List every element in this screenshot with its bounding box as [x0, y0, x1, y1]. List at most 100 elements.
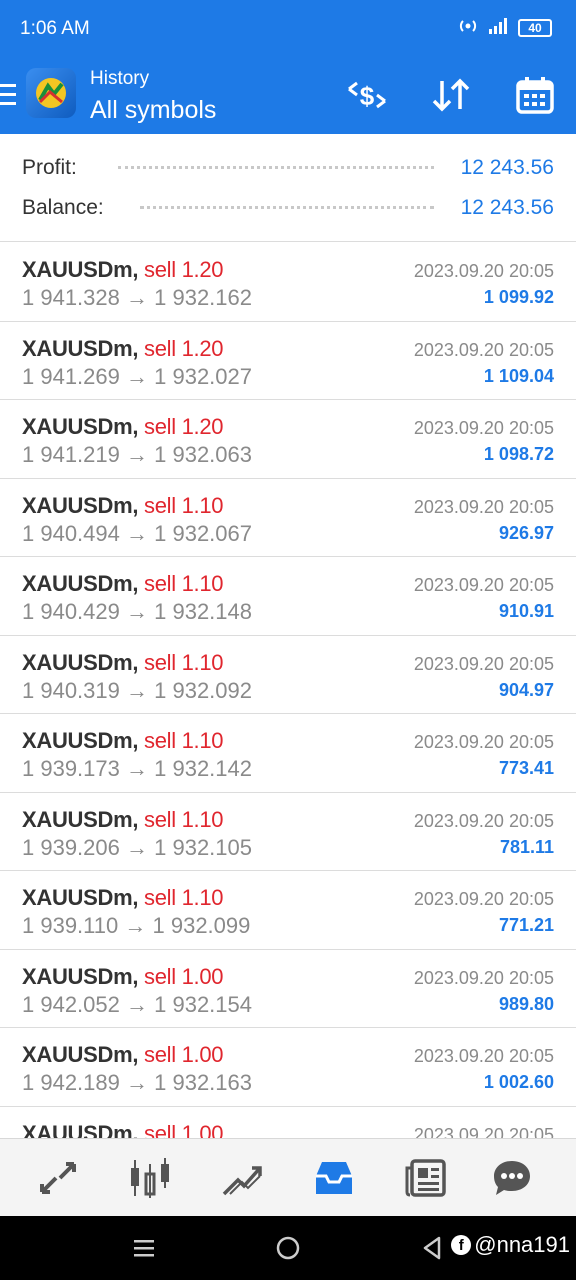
deal-profit: 773.41 — [498, 758, 554, 778]
deal-prices: 1 940.319 → 1 932.092 — [22, 677, 252, 703]
deal-row[interactable]: XAUUSDm, sell 1.20 1 941.269 → 1 932.027… — [0, 322, 576, 400]
status-icons: 40 — [456, 18, 552, 38]
deal-symbol: XAUUSDm, sell 1.20 — [22, 414, 224, 439]
signal-icon — [488, 18, 510, 38]
deals-list[interactable]: XAUUSDm, sell 1.20 1 941.328 → 1 932.162… — [0, 243, 576, 1138]
deal-symbol: XAUUSDm, sell 1.10 — [22, 806, 224, 832]
deal-prices: 1 939.173 → 1 932.142 — [22, 756, 252, 781]
deal-row[interactable]: XAUUSDm, sell 1.10 1 940.429 → 1 932.148… — [0, 557, 576, 636]
quotes-icon[interactable] — [28, 1153, 88, 1203]
deal-symbol: XAUUSDm, sell 1.00 — [22, 1042, 224, 1067]
symbol-filter[interactable]: All symbols — [90, 96, 216, 125]
deal-prices: 1 941.269 → 1 932.027 — [22, 363, 252, 389]
deal-side: sell 1.00 — [144, 1120, 224, 1139]
recents-icon[interactable] — [126, 1232, 162, 1264]
home-icon[interactable] — [270, 1232, 306, 1264]
trade-icon[interactable] — [212, 1153, 272, 1203]
deal-row[interactable]: XAUUSDm, sell 1.10 1 940.494 → 1 932.067… — [0, 479, 576, 557]
metatrader-logo-icon — [26, 68, 76, 118]
facebook-icon: f — [451, 1235, 472, 1255]
deal-side: sell 1.00 — [144, 963, 224, 989]
deal-side: sell 1.10 — [144, 728, 224, 753]
deal-profit: 1 002.60 — [483, 1072, 554, 1092]
deal-time: 2023.09.20 20:05 — [413, 1046, 554, 1066]
deal-row[interactable]: XAUUSDm, sell 1.10 1 939.110 → 1 932.099… — [0, 871, 576, 950]
deal-side: sell 1.10 — [144, 885, 224, 910]
page-title: History — [90, 68, 150, 89]
sort-icon[interactable] — [428, 72, 474, 118]
deal-side: sell 1.10 — [144, 649, 224, 675]
deal-row[interactable]: XAUUSDm, sell 1.00 2023.09.20 20:05 — [0, 1107, 576, 1139]
deal-symbol: XAUUSDm, sell 1.00 — [22, 1120, 224, 1139]
deal-prices: 1 941.219 → 1 932.063 — [22, 442, 252, 467]
deposit-withdraw-icon[interactable]: $ — [344, 72, 390, 118]
deal-row[interactable]: XAUUSDm, sell 1.10 1 939.206 → 1 932.105… — [0, 793, 576, 871]
deal-profit: 1 099.92 — [483, 287, 554, 307]
deal-side: sell 1.20 — [144, 414, 224, 439]
deal-time: 2023.09.20 20:05 — [413, 1124, 554, 1139]
status-time: 1:06 AM — [20, 18, 90, 39]
deal-time: 2023.09.20 20:05 — [413, 653, 554, 674]
deal-symbol: XAUUSDm, sell 1.20 — [22, 335, 224, 361]
deal-symbol: XAUUSDm, sell 1.10 — [22, 885, 224, 910]
profit-value: 12 243.56 — [460, 156, 554, 179]
calendar-icon[interactable] — [512, 72, 558, 118]
profit-label: Profit: — [22, 156, 77, 179]
deal-profit: 904.97 — [498, 679, 554, 700]
divider-dots — [118, 166, 434, 169]
deal-row[interactable]: XAUUSDm, sell 1.00 1 942.052 → 1 932.154… — [0, 950, 576, 1028]
messages-icon[interactable] — [482, 1153, 542, 1203]
menu-icon[interactable] — [0, 84, 16, 106]
profit-row: Profit: 12 243.56 — [22, 150, 554, 186]
deal-symbol: XAUUSDm, sell 1.10 — [22, 728, 224, 753]
deal-row[interactable]: XAUUSDm, sell 1.10 1 939.173 → 1 932.142… — [0, 714, 576, 793]
deal-symbol: XAUUSDm, sell 1.10 — [22, 571, 224, 596]
deal-symbol: XAUUSDm, sell 1.00 — [22, 963, 224, 989]
hotspot-icon — [456, 18, 480, 38]
deal-side: sell 1.10 — [144, 492, 224, 518]
back-icon[interactable] — [414, 1232, 450, 1264]
deal-prices: 1 942.052 → 1 932.154 — [22, 991, 252, 1017]
deal-time: 2023.09.20 20:05 — [413, 261, 554, 281]
deal-time: 2023.09.20 20:05 — [413, 575, 554, 595]
bottom-nav — [0, 1138, 576, 1216]
deal-symbol: XAUUSDm, sell 1.20 — [22, 257, 224, 282]
deal-profit: 781.11 — [499, 836, 554, 857]
deal-profit: 910.91 — [498, 601, 554, 621]
deal-row[interactable]: XAUUSDm, sell 1.00 1 942.189 → 1 932.163… — [0, 1028, 576, 1107]
watermark: f @nna191 — [451, 1232, 570, 1258]
battery-icon: 40 — [518, 19, 552, 37]
deal-side: sell 1.10 — [144, 571, 224, 596]
deal-prices: 1 940.429 → 1 932.148 — [22, 599, 252, 624]
deal-symbol: XAUUSDm, sell 1.10 — [22, 492, 224, 518]
deal-row[interactable]: XAUUSDm, sell 1.10 1 940.319 → 1 932.092… — [0, 636, 576, 714]
deal-symbol: XAUUSDm, sell 1.10 — [22, 649, 224, 675]
history-icon[interactable] — [304, 1153, 364, 1203]
app-header: 1:06 AM 40 History All symbols $ — [0, 0, 576, 134]
deal-time: 2023.09.20 20:05 — [413, 967, 554, 988]
deal-prices: 1 939.206 → 1 932.105 — [22, 834, 252, 860]
deal-row[interactable]: XAUUSDm, sell 1.20 1 941.328 → 1 932.162… — [0, 243, 576, 322]
deal-prices: 1 941.328 → 1 932.162 — [22, 285, 252, 310]
chart-icon[interactable] — [120, 1153, 180, 1203]
deal-profit: 989.80 — [498, 993, 554, 1014]
system-nav-bar: f @nna191 — [0, 1216, 576, 1280]
deal-side: sell 1.00 — [144, 1042, 224, 1067]
svg-text:$: $ — [360, 81, 375, 111]
deal-prices: 1 942.189 → 1 932.163 — [22, 1070, 252, 1095]
balance-row: Balance: 12 243.56 — [22, 190, 554, 226]
deal-prices: 1 939.110 → 1 932.099 — [22, 913, 251, 938]
deal-profit: 771.21 — [498, 915, 554, 935]
divider-dots — [140, 206, 434, 209]
deal-row[interactable]: XAUUSDm, sell 1.20 1 941.219 → 1 932.063… — [0, 400, 576, 479]
deal-side: sell 1.20 — [144, 257, 224, 282]
deal-profit: 926.97 — [498, 522, 554, 543]
deal-prices: 1 940.494 → 1 932.067 — [22, 520, 252, 546]
deal-time: 2023.09.20 20:05 — [413, 810, 554, 831]
watermark-text: @nna191 — [474, 1232, 570, 1257]
app-bar: History All symbols $ — [0, 62, 576, 134]
deal-time: 2023.09.20 20:05 — [413, 418, 554, 438]
account-summary: Profit: 12 243.56 Balance: 12 243.56 — [0, 134, 576, 242]
deal-time: 2023.09.20 20:05 — [413, 889, 554, 909]
news-icon[interactable] — [396, 1153, 456, 1203]
